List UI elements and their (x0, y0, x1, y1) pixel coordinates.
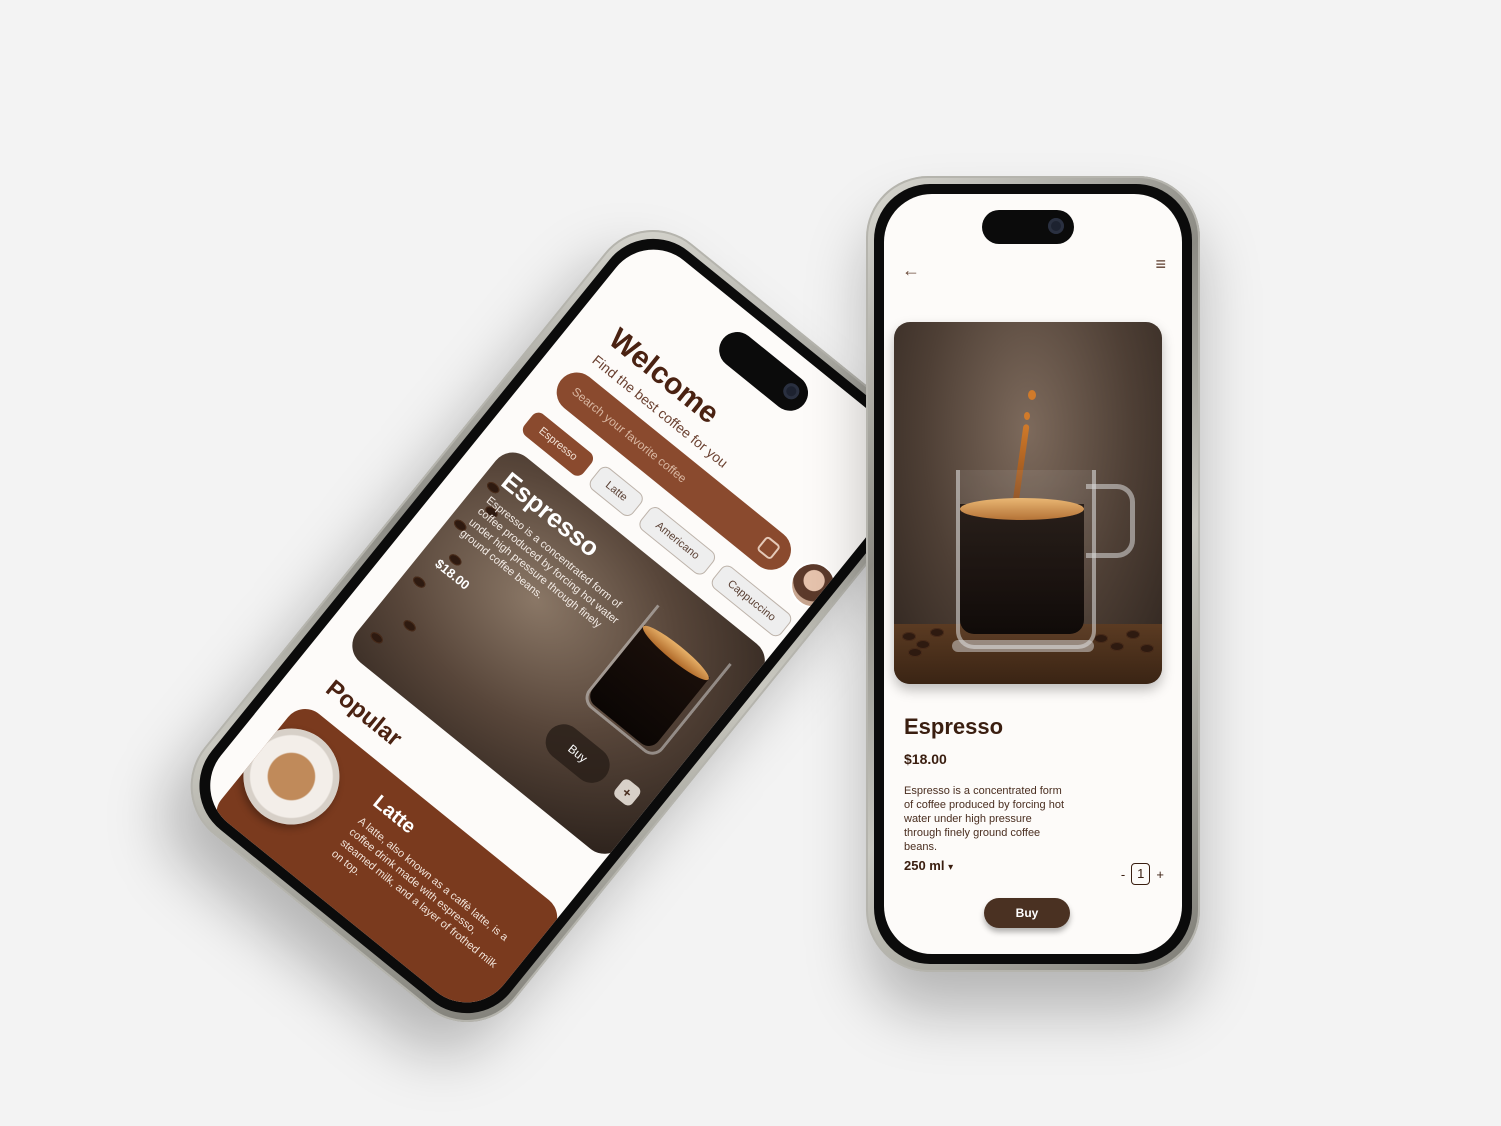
camera-icon (780, 379, 803, 403)
quantity-value[interactable]: 1 (1131, 863, 1151, 885)
home-phone: Welcome Find the best coffee for you Sea… (165, 204, 955, 1048)
popular-description: A latte, also known as a caffè latte, is… (329, 815, 511, 971)
camera-icon (1048, 218, 1064, 234)
plus-button[interactable]: + (1156, 867, 1164, 882)
back-arrow-icon[interactable]: ← (902, 260, 920, 281)
product-title: Espresso (904, 714, 1004, 739)
product-description: Espresso is a concentrated form of coffe… (904, 785, 1065, 853)
size-value: 250 ml (904, 858, 945, 873)
home-phone-wrapper: Welcome Find the best coffee for you Sea… (165, 204, 955, 1048)
detail-phone: ← ≡ Espresso $18.00 Espresso is a concen… (866, 176, 1200, 972)
cup-icon[interactable] (755, 535, 782, 561)
latte-cup-image (223, 709, 359, 845)
size-dropdown[interactable]: 250 ml ▾ (904, 858, 953, 873)
product-price: $18.00 (904, 751, 947, 767)
espresso-hero-image (894, 322, 1162, 684)
buy-button[interactable]: Buy (984, 898, 1070, 928)
avatar[interactable] (780, 552, 846, 618)
add-icon[interactable]: + (611, 776, 643, 808)
dynamic-island (711, 324, 816, 419)
chevron-down-icon: ▾ (948, 862, 954, 873)
dynamic-island (982, 210, 1074, 244)
mockup-stage: Welcome Find the best coffee for you Sea… (0, 0, 1501, 1126)
menu-icon[interactable]: ≡ (1155, 254, 1166, 275)
featured-buy-button[interactable]: Buy (538, 716, 617, 791)
detail-screen: ← ≡ Espresso $18.00 Espresso is a concen… (884, 194, 1182, 954)
home-screen: Welcome Find the best coffee for you Sea… (190, 230, 930, 1022)
phone-bezel: Welcome Find the best coffee for you Sea… (176, 216, 944, 1036)
quantity-stepper: - 1 + (1121, 863, 1164, 885)
phone-bezel: ← ≡ Espresso $18.00 Espresso is a concen… (874, 184, 1192, 964)
chip-latte[interactable]: Latte (586, 463, 647, 520)
minus-button[interactable]: - (1121, 867, 1125, 882)
